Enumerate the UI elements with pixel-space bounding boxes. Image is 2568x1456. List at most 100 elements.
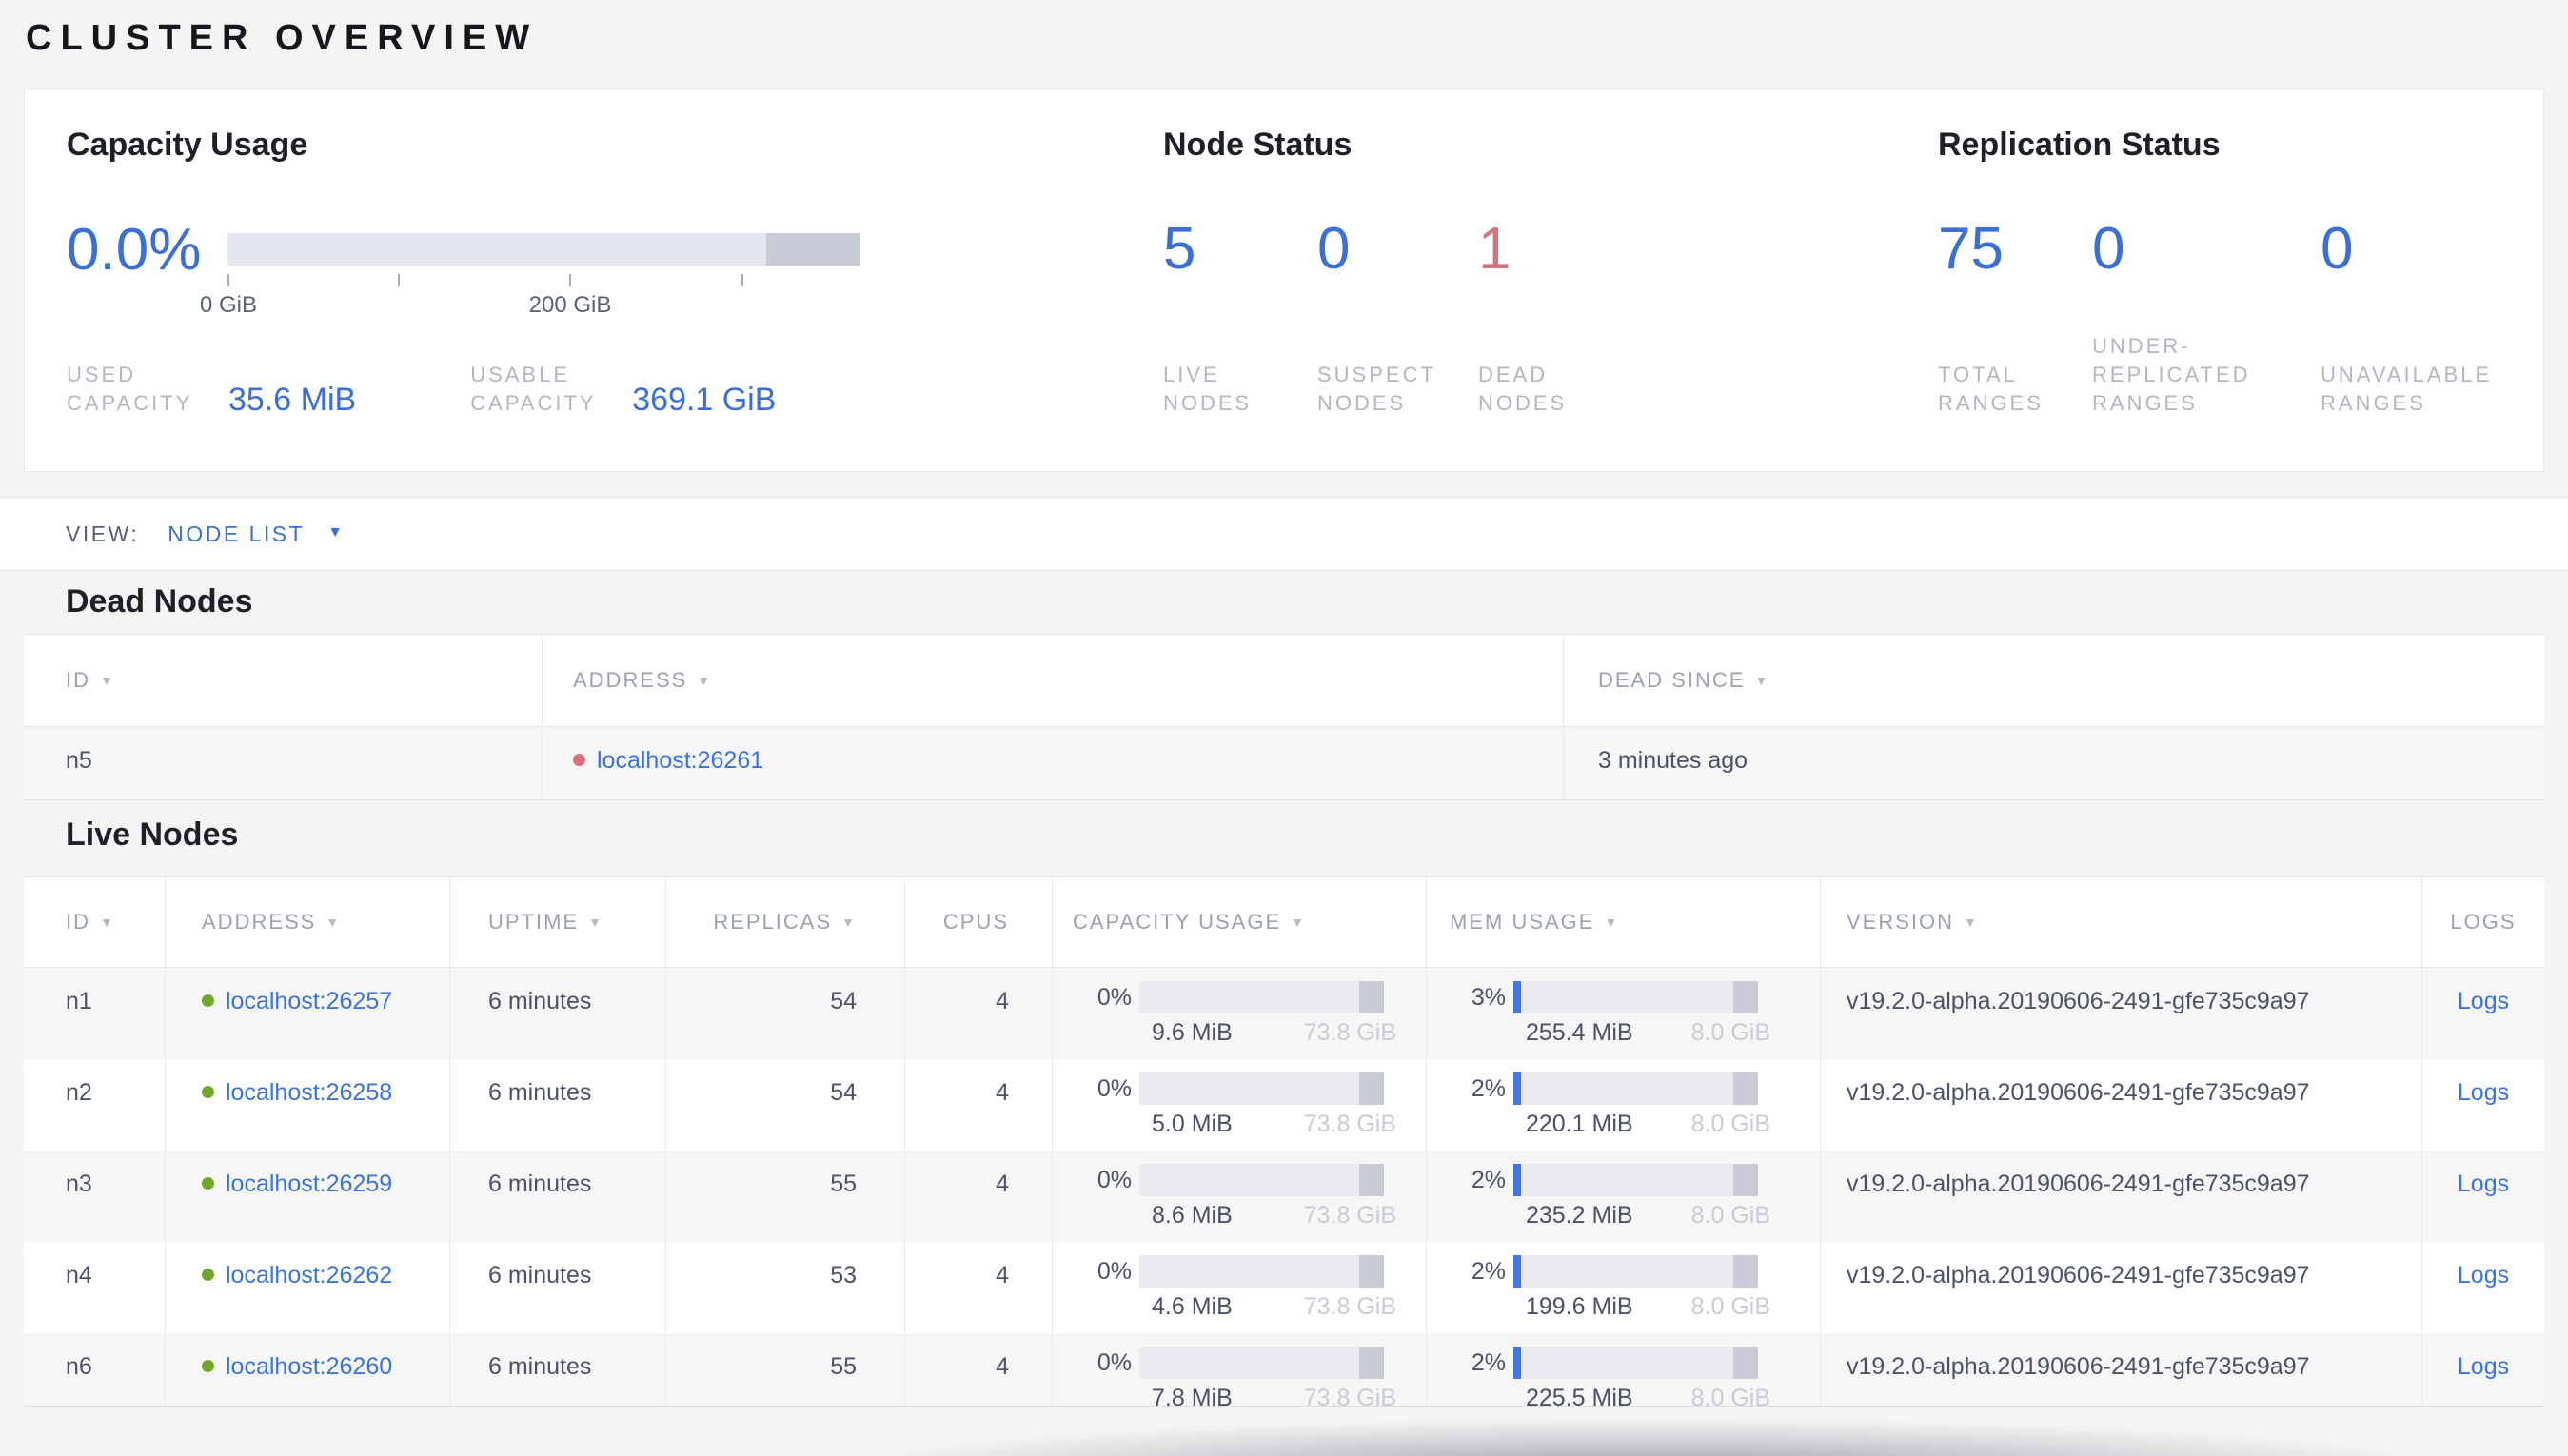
- capacity-usage-cell: 0% 5.0 MiB 73.8 GiB: [1052, 1059, 1426, 1151]
- node-address-link[interactable]: localhost:26260: [226, 1353, 392, 1380]
- node-address-cell: localhost:26258: [165, 1059, 449, 1151]
- usable-capacity-value: 369.1 GiB: [632, 382, 777, 418]
- column-header-version[interactable]: VERSION ▼: [1820, 877, 2421, 967]
- live-status-dot: [202, 1085, 214, 1098]
- node-address-link[interactable]: localhost:26257: [226, 988, 392, 1014]
- sort-desc-icon: ▼: [841, 915, 857, 930]
- node-status-labels: LIVE NODES SUSPECT NODES DEAD NODES: [1163, 361, 1896, 418]
- under-replicated-label: UNDER-REPLICATED RANGES: [2092, 334, 2251, 415]
- column-header-uptime[interactable]: UPTIME ▼: [449, 877, 665, 967]
- capacity-reserved-segment: [1359, 1347, 1384, 1379]
- replicas-cell: 54: [665, 1059, 904, 1151]
- mem-reserved-segment: [1733, 1164, 1758, 1196]
- column-header-address[interactable]: ADDRESS ▼: [542, 635, 1563, 726]
- mem-mini-bar: [1513, 1164, 1758, 1196]
- sort-desc-icon: ▼: [1964, 915, 1979, 930]
- view-dropdown[interactable]: NODE LIST ▼: [168, 521, 343, 547]
- replicas-cell: 55: [665, 1151, 904, 1242]
- logs-cell: Logs: [2421, 1059, 2544, 1151]
- suspect-nodes-count: 0: [1317, 216, 1351, 282]
- logs-link[interactable]: Logs: [2458, 1171, 2509, 1197]
- used-capacity-value: 35.6 MiB: [228, 382, 357, 418]
- column-header-deadsince[interactable]: DEAD SINCE ▼: [1563, 635, 2544, 726]
- page-title: CLUSTER OVERVIEW: [26, 18, 539, 58]
- axis-tick: [227, 274, 229, 286]
- suspect-nodes-label: SUSPECT NODES: [1317, 363, 1436, 415]
- mem-usage-cell: 2% 199.6 MiB 8.0 GiB: [1426, 1242, 1820, 1333]
- node-id-cell: n2: [66, 1079, 92, 1106]
- uptime-cell: 6 minutes: [449, 1151, 665, 1242]
- capacity-mini-bar: [1139, 981, 1384, 1013]
- capacity-mini-bar: [1139, 1164, 1384, 1196]
- replication-values: 75 0 0: [1938, 215, 2515, 284]
- unavailable-label: UNAVAILABLE RANGES: [2321, 363, 2493, 415]
- live-nodes-label: LIVE NODES: [1163, 363, 1253, 415]
- version-cell: v19.2.0-alpha.20190606-2491-gfe735c9a97: [1820, 1242, 2421, 1333]
- capacity-stats: USED CAPACITY 35.6 MiB USABLE CAPACITY 3…: [67, 361, 1121, 418]
- node-address-cell: localhost:26257: [165, 968, 449, 1059]
- mem-usage-cell: 2% 225.5 MiB 8.0 GiB: [1426, 1333, 1820, 1406]
- total-ranges-label: TOTAL RANGES: [1938, 363, 2044, 415]
- logs-link[interactable]: Logs: [2458, 988, 2509, 1014]
- axis-tick: [741, 274, 743, 286]
- replication-labels: TOTAL RANGES UNDER-REPLICATED RANGES UNA…: [1938, 332, 2515, 418]
- mem-mini-bar: [1513, 981, 1758, 1013]
- uptime-cell: 6 minutes: [449, 1242, 665, 1333]
- axis-tick: [569, 274, 571, 286]
- live-status-dot: [202, 1176, 214, 1190]
- column-header-cpus[interactable]: CPUS: [904, 877, 1052, 967]
- capacity-bar-track: [227, 233, 860, 266]
- dead-nodes-label: DEAD NODES: [1478, 363, 1568, 415]
- column-header-address[interactable]: ADDRESS ▼: [165, 877, 449, 967]
- capacity-usage-cell: 0% 7.8 MiB 73.8 GiB: [1052, 1333, 1426, 1406]
- column-header-id[interactable]: ID ▼: [24, 877, 165, 967]
- replication-status-title: Replication Status: [1938, 127, 2221, 163]
- logs-link[interactable]: Logs: [2458, 1079, 2509, 1106]
- logs-link[interactable]: Logs: [2458, 1353, 2509, 1380]
- live-node-row: n2 localhost:26258 6 minutes 54 4 0% 5.0…: [24, 1059, 2544, 1151]
- sort-desc-icon: ▼: [1754, 673, 1770, 688]
- capacity-usage-gauge: 0.0% 0 GiB 200 GiB: [67, 215, 1121, 318]
- mem-mini-bar: [1513, 1072, 1758, 1105]
- dead-nodes-count: 1: [1478, 216, 1511, 282]
- uptime-cell: 6 minutes: [449, 968, 665, 1059]
- replicas-cell: 55: [665, 1333, 904, 1406]
- view-dropdown-value: NODE LIST: [168, 521, 306, 546]
- node-status-section: Node Status 5 0 1 LIVE NODES SUSPECT NOD…: [1121, 124, 1896, 418]
- node-status-values: 5 0 1: [1163, 215, 1896, 284]
- live-node-row: n1 localhost:26257 6 minutes 54 4 0% 9.6…: [24, 968, 2544, 1059]
- cpus-cell: 4: [904, 1059, 1052, 1151]
- dead-node-row: n5 localhost:26261 3 minutes ago: [24, 727, 2544, 800]
- capacity-mini-bar: [1139, 1255, 1384, 1288]
- logs-cell: Logs: [2421, 1151, 2544, 1242]
- mem-reserved-segment: [1733, 981, 1758, 1013]
- capacity-mini-bar: [1139, 1347, 1384, 1379]
- capacity-usage-cell: 0% 9.6 MiB 73.8 GiB: [1052, 968, 1426, 1059]
- node-address-cell: localhost:26260: [165, 1333, 449, 1406]
- unavailable-count: 0: [2321, 216, 2354, 282]
- node-id-cell: n1: [66, 988, 92, 1014]
- capacity-usage-section: Capacity Usage 0.0% 0 GiB 200 GiB USED C…: [67, 124, 1121, 418]
- node-address-link[interactable]: localhost:26259: [226, 1171, 392, 1197]
- node-address-cell: localhost:26261: [542, 727, 1563, 799]
- logs-link[interactable]: Logs: [2458, 1262, 2509, 1289]
- live-status-dot: [202, 1359, 214, 1372]
- column-header-replicas[interactable]: REPLICAS ▼: [665, 877, 904, 967]
- column-header-id[interactable]: ID ▼: [24, 635, 542, 726]
- column-header-logs[interactable]: LOGS: [2421, 877, 2544, 967]
- column-header-mem[interactable]: MEM USAGE ▼: [1426, 877, 1820, 967]
- column-header-capacity[interactable]: CAPACITY USAGE ▼: [1052, 877, 1426, 967]
- logs-cell: Logs: [2421, 968, 2544, 1059]
- dead-since-cell: 3 minutes ago: [1563, 727, 2544, 799]
- sort-desc-icon: ▼: [697, 673, 713, 688]
- mem-reserved-segment: [1733, 1255, 1758, 1288]
- node-address-link[interactable]: localhost:26262: [226, 1262, 392, 1289]
- axis-tick-label: 200 GiB: [528, 292, 612, 318]
- sort-desc-icon: ▼: [588, 915, 603, 930]
- node-address-link[interactable]: localhost:26261: [597, 747, 763, 774]
- capacity-usage-percent: 0.0%: [67, 216, 202, 283]
- live-node-row: n6 localhost:26260 6 minutes 55 4 0% 7.8…: [24, 1333, 2544, 1406]
- node-id-cell: n4: [66, 1262, 92, 1289]
- node-address-link[interactable]: localhost:26258: [226, 1079, 392, 1106]
- live-node-row: n3 localhost:26259 6 minutes 55 4 0% 8.6…: [24, 1151, 2544, 1242]
